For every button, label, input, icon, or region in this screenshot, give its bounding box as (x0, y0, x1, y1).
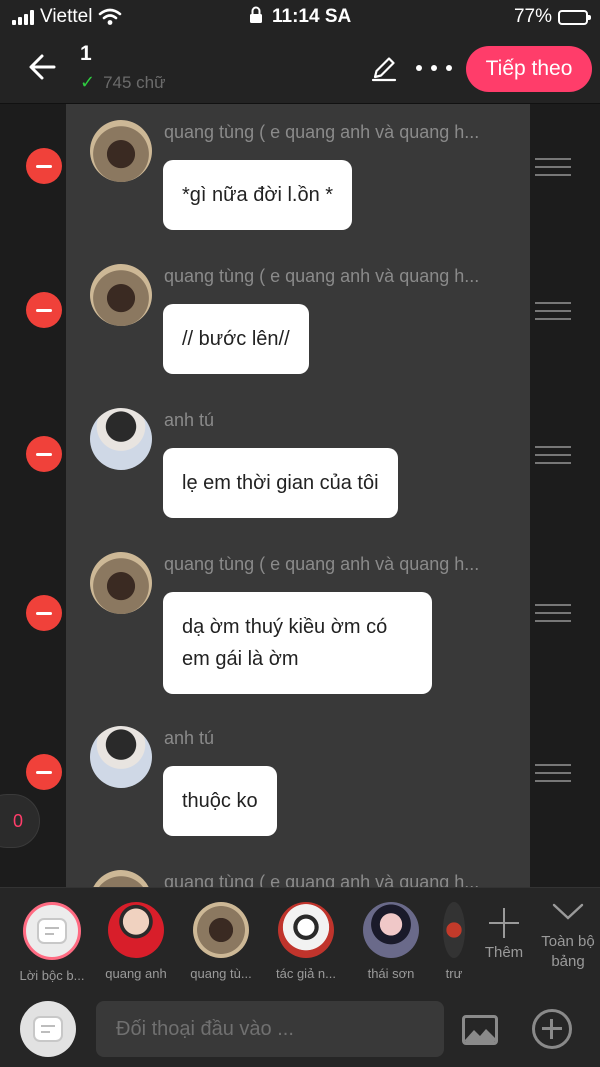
dialogue-input[interactable]: Đối thoại đầu vào ... (96, 1001, 444, 1057)
character-label: Lời bộc b... (19, 968, 85, 983)
lock-icon (249, 6, 262, 23)
narrator-button[interactable] (20, 1001, 76, 1057)
drag-handle-icon[interactable] (535, 446, 571, 464)
delete-message-button[interactable] (26, 148, 62, 184)
character-label: quang tù... (190, 966, 252, 981)
check-icon: ✓ (80, 72, 96, 92)
battery-icon (558, 9, 591, 25)
character-narrator[interactable]: Lời bộc b... (12, 902, 92, 983)
input-bar: Đối thoại đầu vào ... (0, 987, 600, 1067)
side-count-badge[interactable]: 0 (0, 794, 40, 848)
avatar[interactable] (90, 726, 152, 788)
add-circle-icon[interactable] (532, 1009, 572, 1049)
chapter-title: 1 (80, 42, 92, 65)
character-item[interactable]: quang anh (96, 902, 176, 981)
avatar[interactable] (90, 552, 152, 614)
delete-message-button[interactable] (26, 292, 62, 328)
all-characters-button[interactable]: Toàn bộ bảng (536, 902, 600, 972)
more-options-icon[interactable] (416, 54, 452, 82)
drag-handle-icon[interactable] (535, 302, 571, 320)
word-count-text: 745 chữ (103, 72, 166, 92)
character-item[interactable]: trư (430, 902, 478, 981)
avatar[interactable] (90, 264, 152, 326)
pencil-icon[interactable] (370, 54, 398, 82)
speech-icon (37, 918, 67, 944)
message-bubble[interactable]: dạ ờm thuý kiều ờm có em gái là ờm (163, 592, 432, 694)
avatar (443, 902, 465, 958)
message-bubble[interactable]: thuộc ko (163, 766, 277, 836)
avatar[interactable] (90, 408, 152, 470)
chevron-down-icon (552, 903, 584, 920)
plus-icon (489, 908, 519, 938)
character-strip: Lời bộc b... quang anh quang tù... tác g… (0, 887, 600, 987)
speaker-name: quang tùng ( e quang anh và quang h... (164, 122, 480, 142)
character-label: thái sơn (367, 966, 415, 981)
battery: 77% (513, 6, 591, 28)
time-text: 11:14 SA (272, 6, 352, 27)
battery-percent: 77% (513, 6, 552, 27)
speech-icon (33, 1016, 63, 1042)
character-item[interactable]: tác giả n... (266, 902, 346, 981)
message-bubble[interactable]: *gì nữa đời l.ồn * (163, 160, 353, 230)
clock: 11:14 SA (0, 6, 600, 28)
chat-editor: quang tùng ( e quang anh và quang h... *… (0, 104, 600, 887)
character-label: trư (445, 966, 463, 981)
drag-handle-icon[interactable] (535, 604, 571, 622)
narrator-avatar (23, 902, 81, 960)
avatar[interactable] (90, 120, 152, 182)
avatar (108, 902, 164, 958)
back-arrow-icon[interactable] (26, 50, 60, 84)
add-label: Thêm (484, 944, 524, 961)
message-bubble[interactable]: lẹ em thời gian của tôi (163, 448, 398, 518)
add-character-button[interactable]: Thêm (476, 908, 532, 961)
image-icon[interactable] (462, 1015, 498, 1045)
word-count: ✓ 745 chữ (80, 72, 166, 93)
speaker-name: anh tú (164, 728, 215, 748)
all-label: Toàn bộ bảng (541, 933, 595, 970)
speaker-name: quang tùng ( e quang anh và quang h... (164, 554, 480, 574)
editor-header: 1 ✓ 745 chữ Tiếp theo (0, 34, 600, 104)
delete-message-button[interactable] (26, 595, 62, 631)
status-bar: Viettel 11:14 SA 77% (0, 0, 600, 34)
delete-message-button[interactable] (26, 754, 62, 790)
delete-message-button[interactable] (26, 436, 62, 472)
drag-handle-icon[interactable] (535, 158, 571, 176)
character-item[interactable]: thái sơn (351, 902, 431, 981)
drag-handle-icon[interactable] (535, 764, 571, 782)
speaker-name: quang tùng ( e quang anh và quang h... (164, 266, 480, 286)
character-item[interactable]: quang tù... (181, 902, 261, 981)
speaker-name: quang tùng ( e quang anh và quang h... (164, 872, 480, 887)
avatar (363, 902, 419, 958)
character-label: quang anh (105, 966, 167, 981)
avatar (193, 902, 249, 958)
speaker-name: anh tú (164, 410, 215, 430)
character-label: tác giả n... (276, 966, 336, 981)
message-bubble[interactable]: // bước lên// (163, 304, 309, 374)
next-button[interactable]: Tiếp theo (466, 46, 592, 92)
avatar (278, 902, 334, 958)
